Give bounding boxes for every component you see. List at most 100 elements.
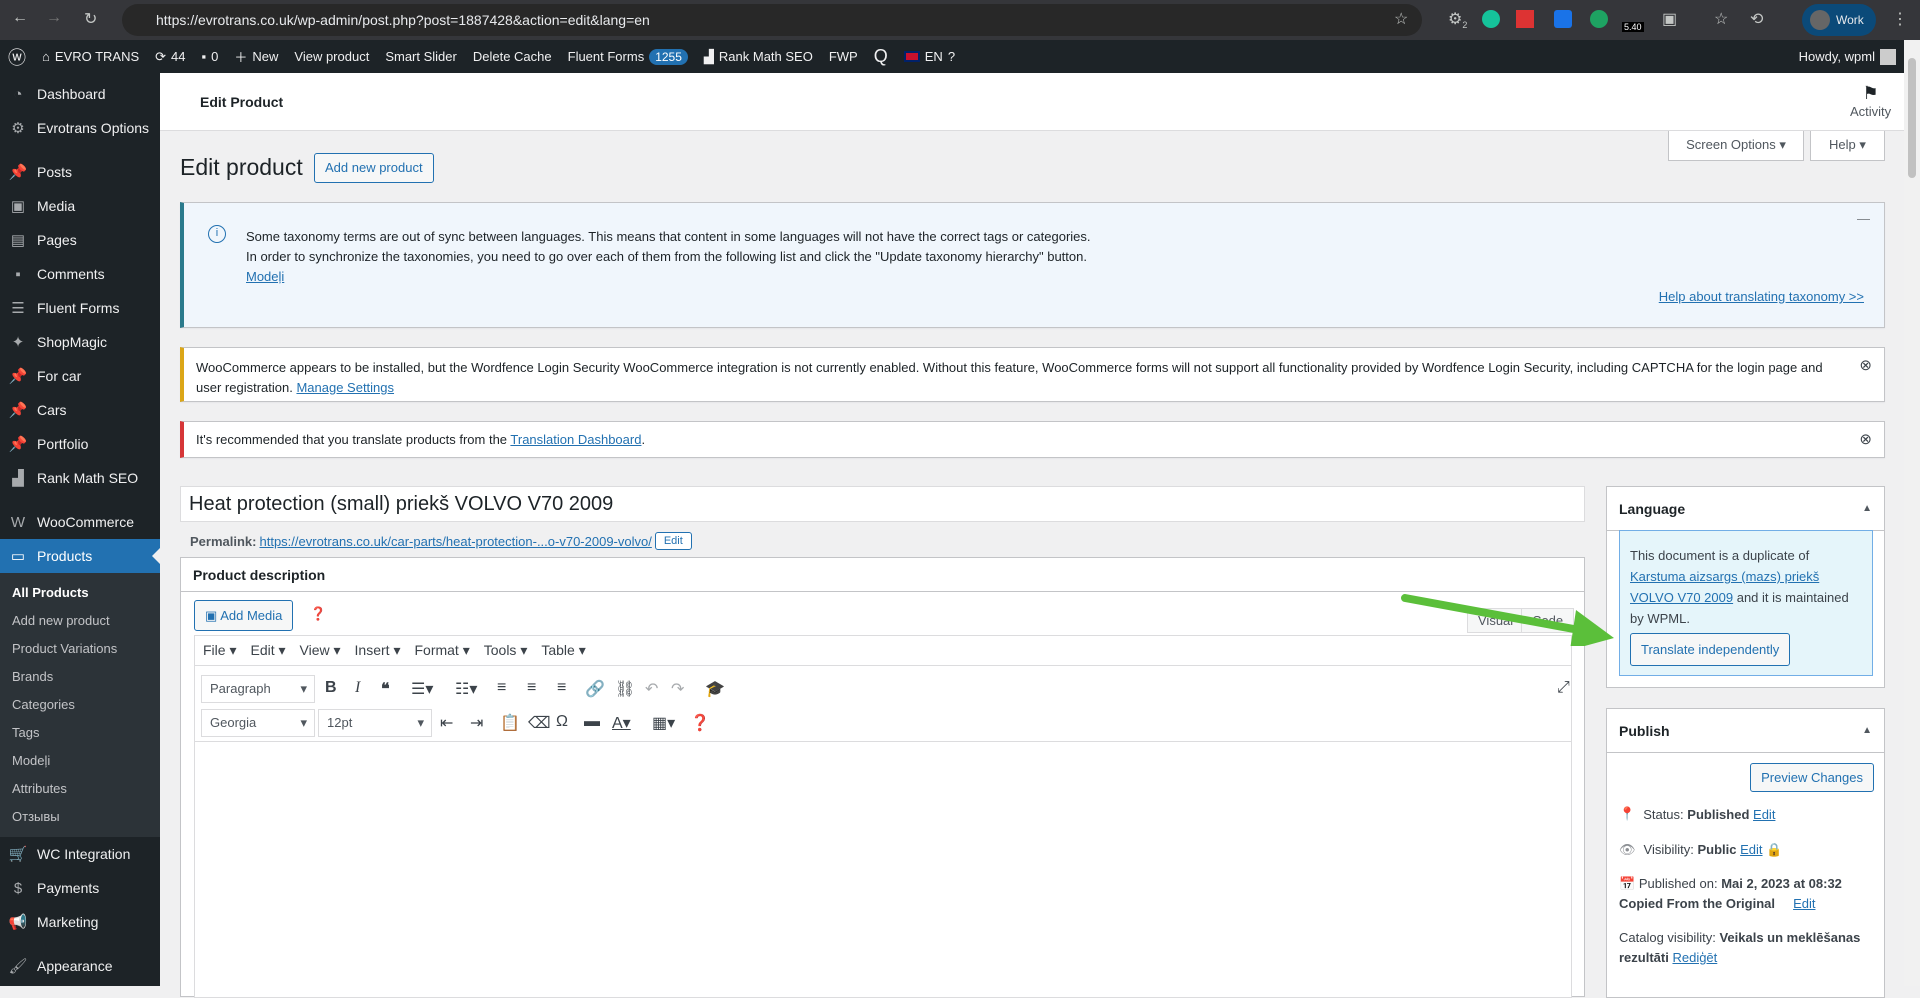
italic-icon[interactable]: I: [355, 679, 360, 697]
delete-cache-link[interactable]: Delete Cache: [465, 49, 560, 64]
extension-green-icon[interactable]: [1590, 10, 1608, 28]
font-size-select[interactable]: 12pt: [318, 709, 432, 737]
submenu-item[interactable]: Brands: [0, 663, 160, 691]
numbered-list-icon[interactable]: ☷▾: [455, 679, 477, 699]
submenu-item[interactable]: Categories: [0, 691, 160, 719]
add-media-button[interactable]: ▣ Add Media: [194, 600, 294, 631]
sidebar-item-portfolio[interactable]: 📌 Portfolio: [0, 427, 160, 461]
submenu-item[interactable]: Tags: [0, 719, 160, 747]
translate-independently-button[interactable]: Translate independently: [1630, 633, 1791, 666]
menu-view[interactable]: View ▾: [300, 642, 341, 659]
sidebar-item-wc-integration[interactable]: 🛒 WC Integration: [0, 837, 160, 871]
manage-settings-link[interactable]: Manage Settings: [296, 380, 394, 395]
edit-status-link[interactable]: Edit: [1753, 807, 1775, 822]
my-account-link[interactable]: Howdy, wpml: [1791, 48, 1904, 65]
dismiss-icon[interactable]: ⊗: [1859, 356, 1872, 376]
rank-math-link[interactable]: ▟ Rank Math SEO: [696, 49, 821, 65]
sidebar-item-shopmagic[interactable]: ✦ ShopMagic: [0, 325, 160, 359]
menu-file[interactable]: File ▾: [203, 642, 236, 659]
sidebar-item-pages[interactable]: ▤ Pages: [0, 223, 160, 257]
help-icon[interactable]: ❓: [310, 606, 326, 622]
grammarly-icon[interactable]: [1482, 10, 1500, 28]
unlink-icon[interactable]: ⛓: [615, 679, 635, 699]
edit-visibility-link[interactable]: Edit: [1740, 842, 1762, 857]
dismiss-icon[interactable]: ⊗: [1859, 422, 1872, 457]
submenu-item[interactable]: All Products: [0, 579, 160, 607]
blockquote-icon[interactable]: ❝: [381, 679, 390, 699]
font-family-select[interactable]: Georgia: [201, 709, 315, 737]
collapse-up-icon[interactable]: ▲: [1862, 487, 1872, 531]
taxonomy-modeli-link[interactable]: Modeļi: [246, 269, 284, 284]
menu-edit[interactable]: Edit ▾: [250, 642, 285, 659]
bookmark-star-icon[interactable]: ☆: [1394, 9, 1408, 29]
help-button[interactable]: Help ▾: [1810, 131, 1885, 161]
education-cap-icon[interactable]: 🎓: [705, 679, 725, 699]
align-left-icon[interactable]: ≡: [497, 679, 506, 697]
query-monitor-icon[interactable]: Q: [866, 46, 896, 67]
sidebar-item-payments[interactable]: $ Payments: [0, 871, 160, 905]
site-name-link[interactable]: ⌂ EVRO TRANS: [34, 49, 147, 64]
language-switcher[interactable]: EN?: [896, 49, 963, 64]
editor-content-area[interactable]: [195, 742, 1571, 992]
edit-catalog-link[interactable]: Rediģēt: [1672, 950, 1717, 965]
sidebar-item-evrotrans-options[interactable]: ⚙ Evrotrans Options: [0, 111, 160, 145]
fluent-forms-link[interactable]: Fluent Forms 1255: [560, 48, 696, 65]
horizontal-line-icon[interactable]: ▬: [584, 713, 600, 731]
translation-dashboard-link[interactable]: Translation Dashboard: [510, 432, 641, 447]
submenu-item[interactable]: Отзывы: [0, 803, 160, 831]
edit-permalink-button[interactable]: Edit: [654, 532, 692, 550]
fwp-link[interactable]: FWP: [821, 49, 866, 64]
indent-icon[interactable]: ⇥: [470, 713, 483, 733]
sidebar-item-appearance[interactable]: 🖌 Appearance: [0, 949, 160, 983]
preview-changes-button[interactable]: Preview Changes: [1750, 763, 1874, 792]
menu-format[interactable]: Format ▾: [414, 642, 469, 659]
extensions-puzzle-icon[interactable]: ▣: [1662, 9, 1677, 29]
help-icon[interactable]: ❓: [690, 713, 710, 733]
menu-tools[interactable]: Tools ▾: [484, 642, 528, 659]
comments-link[interactable]: ▪ 0: [194, 49, 227, 64]
bullet-list-icon[interactable]: ☰▾: [411, 679, 433, 699]
undo-icon[interactable]: ↶: [645, 679, 658, 699]
sidebar-item-rank-math-seo[interactable]: ▟ Rank Math SEO: [0, 461, 160, 495]
screen-options-button[interactable]: Screen Options ▾: [1668, 131, 1804, 161]
add-new-product-button[interactable]: Add new product: [314, 153, 434, 183]
reload-icon[interactable]: ↻: [84, 9, 97, 29]
smart-slider-link[interactable]: Smart Slider: [377, 49, 465, 64]
reading-list-icon[interactable]: ☆: [1714, 9, 1728, 29]
format-select[interactable]: Paragraph: [201, 675, 315, 703]
sidebar-item-media[interactable]: ▣ Media: [0, 189, 160, 223]
updates-link[interactable]: ⟳ 44: [147, 49, 193, 65]
redo-icon[interactable]: ↷: [671, 679, 684, 699]
permalink-link[interactable]: https://evrotrans.co.uk/car-parts/heat-p…: [259, 534, 651, 549]
collapse-icon[interactable]: —: [1857, 211, 1870, 226]
submenu-item[interactable]: Add new product: [0, 607, 160, 635]
wordpress-logo-icon[interactable]: ⓦ: [0, 44, 34, 70]
align-right-icon[interactable]: ≡: [557, 679, 566, 697]
history-icon[interactable]: ⟲: [1750, 9, 1763, 29]
sidebar-item-dashboard[interactable]: ◔ Dashboard: [0, 77, 160, 111]
special-character-icon[interactable]: Ω: [556, 713, 568, 731]
link-icon[interactable]: 🔗: [585, 679, 605, 699]
submenu-item[interactable]: Product Variations: [0, 635, 160, 663]
forward-icon[interactable]: →: [46, 9, 62, 27]
outdent-icon[interactable]: ⇤: [440, 713, 453, 733]
clear-formatting-icon[interactable]: ⌫: [528, 713, 551, 733]
sidebar-item-marketing[interactable]: 📢 Marketing: [0, 905, 160, 939]
view-product-link[interactable]: View product: [286, 49, 377, 64]
extension-red-icon[interactable]: [1516, 10, 1534, 28]
back-icon[interactable]: ←: [12, 9, 28, 27]
sidebar-item-fluent-forms[interactable]: ☰ Fluent Forms: [0, 291, 160, 325]
activity-button[interactable]: ⚑ Activity: [1850, 83, 1891, 119]
new-content-link[interactable]: ＋ New: [226, 47, 286, 66]
sidebar-item-for-car[interactable]: 📌 For car: [0, 359, 160, 393]
collapse-up-icon[interactable]: ▲: [1862, 709, 1872, 753]
extension-icon[interactable]: ⚙2: [1448, 9, 1467, 30]
address-bar[interactable]: https://evrotrans.co.uk/wp-admin/post.ph…: [122, 4, 1422, 36]
table-icon[interactable]: ▦▾: [652, 713, 675, 733]
post-title-input[interactable]: [180, 486, 1585, 522]
align-center-icon[interactable]: ≡: [527, 679, 536, 697]
sidebar-item-products[interactable]: ▭ Products: [0, 539, 160, 573]
scrollbar-thumb[interactable]: [1908, 58, 1916, 178]
menu-table[interactable]: Table ▾: [541, 642, 585, 659]
sidebar-item-woocommerce[interactable]: W WooCommerce: [0, 505, 160, 539]
